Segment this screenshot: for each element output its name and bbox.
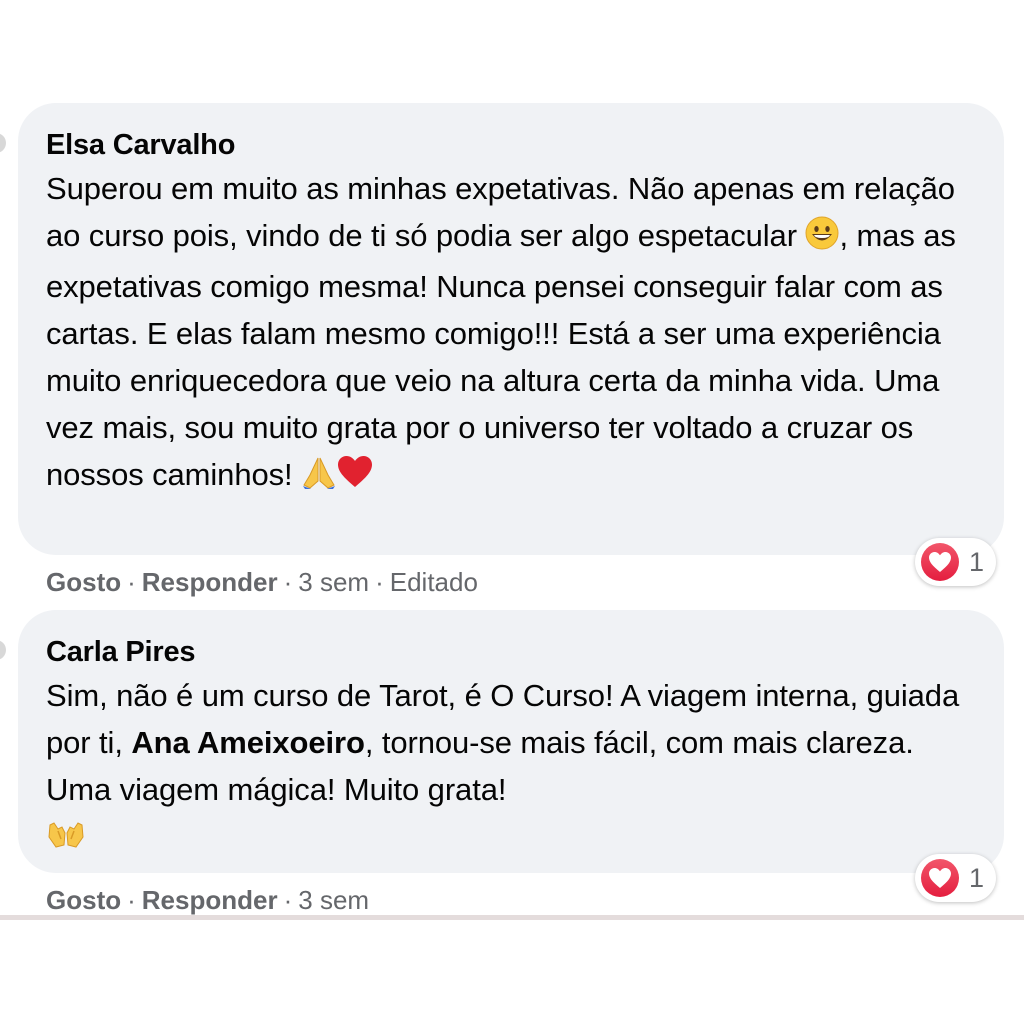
raising-hands-icon: [46, 817, 86, 864]
comment-bubble: Elsa Carvalho Superou em muito as minhas…: [18, 103, 1004, 555]
comment-text: Superou em muito as minhas expetativas. …: [46, 165, 976, 502]
grinning-face-emoji-icon: [805, 216, 839, 263]
reply-button[interactable]: Responder: [142, 885, 278, 915]
avatar[interactable]: [0, 133, 6, 153]
separator-dot: ·: [283, 885, 293, 915]
comment-carla: Carla Pires Sim, não é um curso de Tarot…: [18, 610, 1004, 917]
comment-text: Sim, não é um curso de Tarot, é O Curso!…: [46, 672, 976, 864]
mention-link[interactable]: Ana Ameixoeiro: [131, 725, 365, 760]
comment-author[interactable]: Elsa Carvalho: [46, 125, 976, 165]
reaction-count: 1: [968, 862, 984, 893]
separator-dot: ·: [127, 885, 136, 915]
reaction-badge[interactable]: 1: [914, 538, 996, 586]
reaction-count: 1: [968, 546, 984, 577]
comment-time[interactable]: 3 sem: [298, 885, 369, 915]
comments-page: Elsa Carvalho Superou em muito as minhas…: [0, 0, 1024, 1024]
heart-reaction-icon: [920, 543, 959, 581]
reaction-badge[interactable]: 1: [914, 854, 996, 902]
separator-dot: ·: [375, 567, 384, 597]
comment-actions: Gosto · Responder · 3 sem: [18, 883, 1004, 917]
comment-author[interactable]: Carla Pires: [46, 632, 976, 672]
comment-elsa: Elsa Carvalho Superou em muito as minhas…: [18, 103, 1004, 599]
separator-dot: ·: [283, 567, 293, 597]
comment-bubble: Carla Pires Sim, não é um curso de Tarot…: [18, 610, 1004, 873]
heart-reaction-icon: [920, 859, 959, 897]
like-button[interactable]: Gosto: [46, 885, 121, 915]
separator-dot: ·: [127, 567, 136, 597]
edited-label[interactable]: Editado: [390, 567, 478, 597]
folded-hands-icon: [301, 455, 337, 502]
like-button[interactable]: Gosto: [46, 567, 121, 597]
red-heart-icon: [337, 455, 373, 502]
reply-button[interactable]: Responder: [142, 567, 278, 597]
divider: [0, 915, 1024, 920]
comment-time[interactable]: 3 sem: [298, 567, 369, 597]
comment-actions: Gosto · Responder · 3 sem · Editado: [18, 565, 1004, 599]
avatar[interactable]: [0, 640, 6, 660]
